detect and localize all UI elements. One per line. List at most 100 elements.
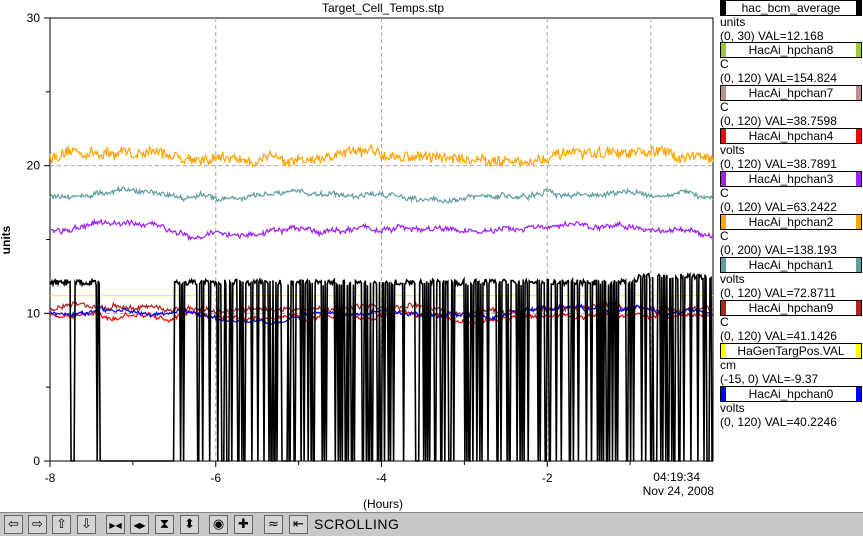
x-tick-label: -4 (376, 471, 387, 485)
legend-name: HacAi_hpchan8 (748, 43, 834, 57)
legend-unit: C (720, 100, 729, 114)
legend-name: hac_bcm_average (741, 1, 841, 15)
series-line-HacAi_hpchan2 (49, 144, 714, 168)
legend-name-box[interactable]: HacAi_hpchan9 (720, 300, 862, 316)
date-label: Nov 24, 2008 (643, 484, 715, 498)
legend-name: HacAi_hpchan0 (748, 387, 834, 401)
legend-name: HacAi_hpchan1 (748, 258, 834, 272)
add-button[interactable]: ✚ (234, 515, 253, 534)
x-tick-label: -8 (45, 471, 56, 485)
zoom-out-y-button[interactable]: ⬍ (180, 515, 199, 534)
legend-name: HacAi_hpchan2 (748, 215, 834, 229)
legend-swatch (856, 172, 861, 186)
x-axis-label: (Hours) (363, 497, 403, 511)
scroll-up-icon: ⇧ (56, 517, 67, 532)
zoom-out-y-icon: ⬍ (184, 517, 195, 532)
legend-unit: units (720, 15, 746, 29)
legend-value: (0, 120) VAL=72.8711 (720, 286, 836, 300)
legend-value: (0, 120) VAL=63.2422 (720, 200, 837, 214)
stop-button[interactable]: ◉ (209, 515, 228, 534)
legend-swatch (856, 387, 861, 401)
legend-item[interactable]: HacAi_hpchan3 C (0, 120) VAL=63.2422 (720, 171, 862, 214)
autoscale-button[interactable]: ≈ (264, 515, 283, 534)
scroll-up-button[interactable]: ⇧ (52, 515, 71, 534)
legend-unit: C (720, 57, 729, 71)
legend-name-box[interactable]: HaGenTargPos.VAL (720, 343, 862, 359)
zoom-in-x-icon: ▶◀ (109, 521, 122, 530)
zoom-out-x-button[interactable]: ◀▶ (130, 515, 149, 534)
legend-name: HacAi_hpchan4 (748, 129, 834, 143)
legend-name: HacAi_hpchan9 (748, 301, 834, 315)
legend-unit: C (720, 229, 729, 243)
legend-name-box[interactable]: hac_bcm_average (720, 0, 862, 16)
stop-icon: ◉ (212, 517, 225, 532)
legend-swatch (721, 344, 726, 358)
zoom-in-y-icon: ⧗ (159, 517, 170, 532)
zoom-in-y-button[interactable]: ⧗ (155, 515, 174, 534)
legend-swatch (721, 387, 726, 401)
time-label: 04:19:34 (653, 470, 700, 484)
plot-area[interactable]: -8 -6 -4 -2 0 10 20 30 Target_Cell_Temps.stp unit… (0, 0, 716, 512)
legend-value: (0, 120) VAL=40.2246 (720, 415, 837, 429)
legend-item[interactable]: HacAi_hpchan9 C (0, 120) VAL=41.1426 (720, 300, 862, 343)
legend-swatch (856, 344, 861, 358)
y-tick-label: 10 (27, 306, 41, 320)
scroll-down-button[interactable]: ⇩ (77, 515, 96, 534)
y-tick-label: 20 (27, 159, 41, 173)
legend-name-box[interactable]: HacAi_hpchan2 (720, 214, 862, 230)
legend-swatch (856, 129, 861, 143)
legend-name: HacAi_hpchan3 (748, 172, 834, 186)
legend-swatch (721, 301, 726, 315)
legend-unit: C (720, 186, 729, 200)
legend-name-box[interactable]: HacAi_hpchan3 (720, 171, 862, 187)
legend-value: (0, 200) VAL=138.193 (720, 243, 837, 257)
legend-swatch (721, 258, 726, 272)
chart-title: Target_Cell_Temps.stp (322, 1, 444, 15)
legend-swatch (856, 215, 861, 229)
legend-unit: volts (720, 272, 745, 286)
legend-swatch (721, 43, 726, 57)
legend-unit: volts (720, 401, 745, 415)
autoscale-icon: ≈ (268, 517, 279, 532)
legend-swatch (856, 258, 861, 272)
legend-swatch (721, 129, 726, 143)
legend-name-box[interactable]: HacAi_hpchan8 (720, 42, 862, 58)
scroll-right-button[interactable]: ⇨ (28, 515, 47, 534)
legend-name-box[interactable]: HacAi_hpchan0 (720, 386, 862, 402)
legend-value: (-15, 0) VAL=-9.37 (720, 372, 819, 386)
y-axis-label: units (0, 225, 13, 254)
legend-name-box[interactable]: HacAi_hpchan4 (720, 128, 862, 144)
legend-value: (0, 120) VAL=38.7598 (720, 114, 837, 128)
legend-swatch (721, 215, 726, 229)
legend-item[interactable]: HacAi_hpchan0 volts (0, 120) VAL=40.2246 (720, 386, 862, 429)
legend-item[interactable]: HacAi_hpchan7 C (0, 120) VAL=38.7598 (720, 85, 862, 128)
legend-value: (0, 120) VAL=154.824 (720, 71, 837, 85)
y-tick-label: 30 (27, 11, 41, 25)
chart[interactable]: -8 -6 -4 -2 0 10 20 30 Target_Cell_Temps.stpunit… (0, 0, 716, 512)
back-to-now-button[interactable]: ⇤ (289, 515, 308, 534)
legend-unit: C (720, 315, 729, 329)
legend-item[interactable]: HaGenTargPos.VAL cm (-15, 0) VAL=-9.37 (720, 343, 862, 386)
back-to-now-icon: ⇤ (293, 517, 304, 532)
legend-swatch (721, 1, 726, 15)
legend-name-box[interactable]: HacAi_hpchan7 (720, 85, 862, 101)
legend-item[interactable]: HacAi_hpchan1 volts (0, 120) VAL=72.8711 (720, 257, 862, 300)
scroll-right-icon: ⇨ (32, 517, 43, 532)
legend: hac_bcm_average units (0, 30) VAL=12.168 Ha… (716, 0, 863, 512)
legend-unit: cm (720, 358, 736, 372)
scroll-left-icon: ⇦ (8, 517, 19, 532)
zoom-in-x-button[interactable]: ▶◀ (106, 515, 125, 534)
legend-item[interactable]: HacAi_hpchan2 C (0, 200) VAL=138.193 (720, 214, 862, 257)
legend-swatch (856, 86, 861, 100)
x-tick-label: -6 (210, 471, 221, 485)
scroll-left-button[interactable]: ⇦ (4, 515, 23, 534)
legend-item[interactable]: HacAi_hpchan4 volts (0, 120) VAL=38.7891 (720, 128, 862, 171)
legend-swatch (721, 86, 726, 100)
add-icon: ✚ (238, 517, 249, 532)
legend-item[interactable]: HacAi_hpchan8 C (0, 120) VAL=154.824 (720, 42, 862, 85)
legend-swatch (856, 301, 861, 315)
legend-name: HaGenTargPos.VAL (737, 344, 845, 358)
legend-name-box[interactable]: HacAi_hpchan1 (720, 257, 862, 273)
legend-item[interactable]: hac_bcm_average units (0, 30) VAL=12.168 (720, 0, 862, 43)
legend-unit: volts (720, 143, 745, 157)
